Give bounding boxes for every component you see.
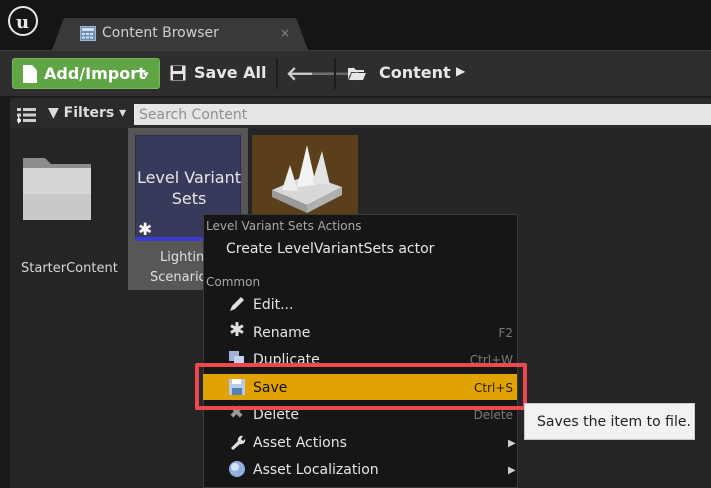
pencil-icon (230, 297, 244, 311)
chevron-down-icon: ▾ (119, 105, 127, 121)
thumbnail-title-line2: Sets (171, 189, 207, 208)
tooltip-text: Saves the item to file. (537, 414, 691, 430)
add-import-button[interactable]: Add/Import ▾ (12, 58, 160, 89)
toolbar-divider (276, 58, 278, 89)
svg-text:u: u (16, 12, 29, 33)
add-import-label: Add/Import (44, 64, 146, 83)
menu-section-heading-common: Common (206, 275, 261, 289)
breadcrumb-content[interactable]: Content (379, 63, 451, 82)
chevron-down-icon: ▾ (143, 68, 149, 81)
menu-item-edit[interactable]: Edit... (253, 297, 293, 313)
asterisk-icon: ✱ (229, 319, 245, 341)
thumbnail-title-line1: Level Variant (136, 168, 242, 187)
search-input[interactable] (134, 104, 711, 125)
tooltip: Saves the item to file. (524, 403, 695, 440)
folder-icon[interactable] (21, 150, 93, 222)
filters-dropdown[interactable]: ▼ Filters ▾ (48, 105, 126, 121)
shortcut-rename: F2 (498, 326, 513, 340)
static-mesh-thumbnail-icon (272, 145, 342, 213)
floppy-icon (170, 65, 186, 81)
asset-label-startercontent[interactable]: StarterContent (21, 261, 118, 276)
folder-open-icon (348, 68, 366, 80)
unreal-logo-icon[interactable]: u (8, 6, 38, 36)
menu-section-heading-level-variant-sets: Level Variant Sets Actions (206, 219, 362, 233)
asset-label-line2: Scenario (150, 270, 207, 285)
content-browser-icon (80, 26, 96, 41)
menu-item-rename[interactable]: Rename (253, 325, 310, 341)
filter-funnel-icon: ▼ (48, 105, 59, 121)
tab-title: Content Browser (102, 25, 219, 41)
menu-item-asset-localization[interactable]: Asset Localization (253, 462, 379, 478)
shortcut-delete: Delete (473, 408, 513, 422)
save-all-label: Save All (194, 63, 267, 82)
globe-icon (229, 461, 245, 477)
toolbar-divider (334, 58, 336, 89)
tab-close-button[interactable]: × (280, 26, 290, 40)
breadcrumb-arrow-icon[interactable]: ▶ (456, 64, 465, 78)
menu-item-create-actor[interactable]: Create LevelVariantSets actor (226, 241, 434, 257)
menu-item-asset-actions[interactable]: Asset Actions (253, 435, 347, 451)
submenu-arrow-icon: ▶ (508, 438, 516, 449)
submenu-arrow-icon: ▶ (508, 465, 516, 476)
highlight-callout-box (195, 363, 527, 410)
new-document-icon (23, 65, 37, 83)
sources-panel-toggle-icon[interactable] (16, 106, 38, 124)
wrench-icon (231, 435, 246, 450)
asterisk-icon: ✱ (138, 220, 153, 240)
filters-label: Filters (63, 105, 115, 121)
